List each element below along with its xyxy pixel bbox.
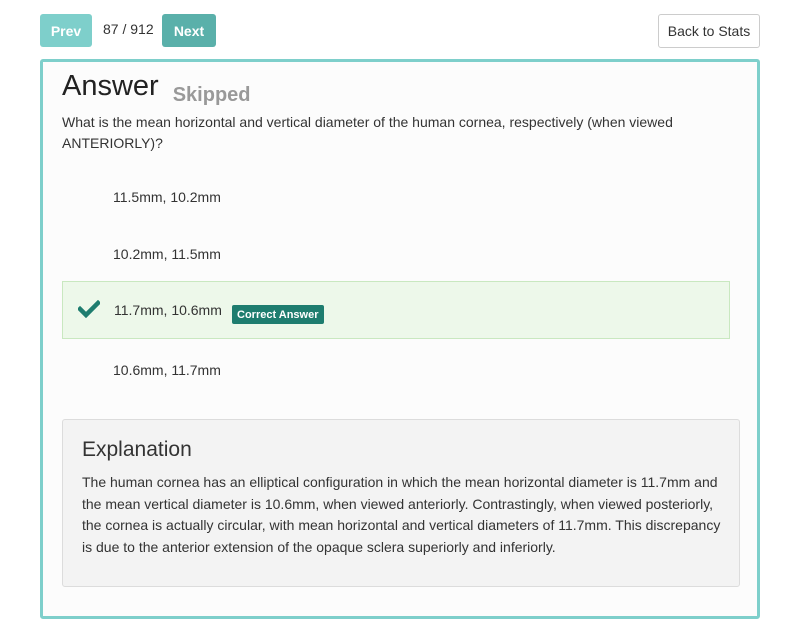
question-counter: 87 / 912 [103,21,154,37]
answer-status: Skipped [172,84,251,106]
prev-button[interactable]: Prev [40,14,92,47]
checkmark-icon [76,299,102,319]
explanation-title: Explanation [82,438,192,461]
answer-card: Answer Skipped What is the mean horizont… [40,59,760,619]
answer-option-3-correct: 11.7mm, 10.6mm Correct Answer [62,281,730,339]
page: Prev 87 / 912 Next Back to Stats Answer … [0,0,800,643]
question-text: What is the mean horizontal and vertical… [62,114,673,151]
answer-title: Answer [62,70,159,102]
answer-option-text: 11.7mm, 10.6mm [114,302,222,318]
answer-option-text: 11.5mm, 10.2mm [113,189,221,205]
answer-option-1: 11.5mm, 10.2mm [62,168,730,226]
explanation-body: The human cornea has an elliptical confi… [82,474,721,555]
explanation-panel: Explanation The human cornea has an elli… [62,419,740,587]
correct-answer-badge: Correct Answer [232,305,324,324]
answer-heading: Answer Skipped [62,70,251,106]
answer-option-4: 10.6mm, 11.7mm [62,341,730,399]
next-button[interactable]: Next [162,14,216,47]
answer-option-text: 10.6mm, 11.7mm [113,362,221,378]
back-to-stats-button[interactable]: Back to Stats [658,14,760,48]
answer-option-2: 10.2mm, 11.5mm [62,225,730,283]
answer-option-text: 10.2mm, 11.5mm [113,246,221,262]
